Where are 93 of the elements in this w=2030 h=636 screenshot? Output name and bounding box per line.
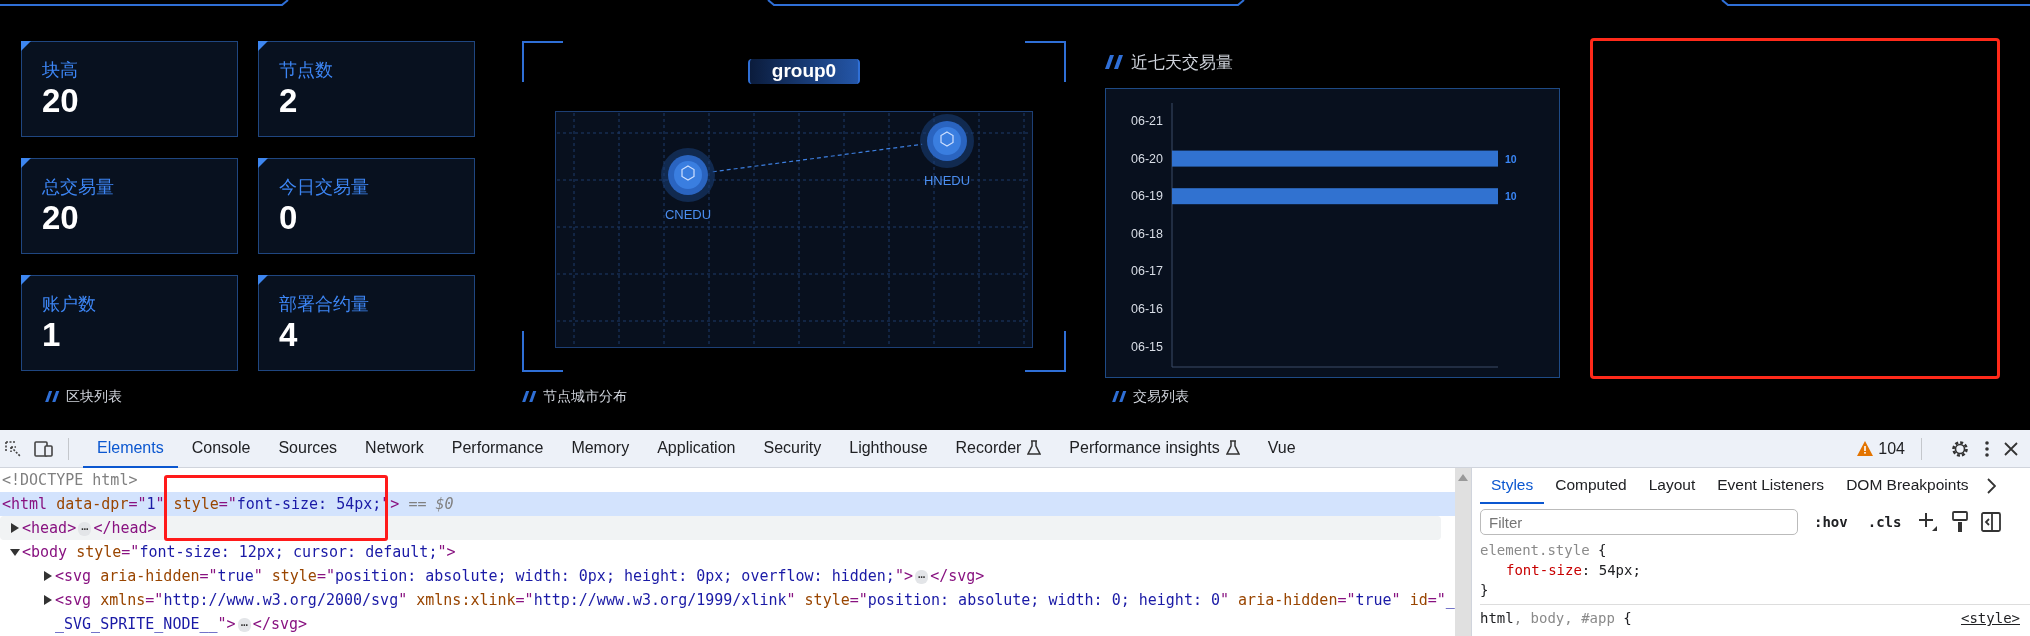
slash-icon bbox=[45, 390, 61, 402]
expand-toggle-icon[interactable] bbox=[10, 523, 20, 533]
devtools-tab[interactable]: Elements bbox=[83, 429, 178, 468]
corner-accent-icon bbox=[21, 275, 31, 285]
collapsed-content-button[interactable]: ⋯ bbox=[237, 618, 251, 632]
chart-title: 近七天交易量 bbox=[1131, 51, 1233, 74]
axis-label: 06-20 bbox=[1131, 151, 1163, 166]
devtools-tab[interactable]: Recorder bbox=[941, 429, 1056, 468]
axis-label: 06-19 bbox=[1131, 189, 1163, 204]
dom-tree-row[interactable]: <body style="font-size: 12px; cursor: default;"> bbox=[0, 540, 1455, 564]
node-icon[interactable] bbox=[661, 148, 715, 202]
frame-corner-icon bbox=[522, 41, 564, 83]
dom-tree-row[interactable]: <svg aria-hidden="true" style="position: absolute; width: 0px; height: 0px; overflow: hidden;"> ⋯ </svg> bbox=[0, 564, 1455, 588]
axis-label: 06-18 bbox=[1131, 226, 1163, 241]
stat-label: 节点数 bbox=[279, 59, 334, 81]
stat-label: 部署合约量 bbox=[279, 293, 370, 315]
warning-count[interactable]: 104 bbox=[1878, 439, 1905, 458]
slash-icon bbox=[522, 390, 538, 402]
collapsed-content-button[interactable]: ⋯ bbox=[914, 570, 929, 584]
devtools-tab[interactable]: Lighthouse bbox=[835, 429, 942, 468]
stat-value: 0 bbox=[279, 200, 299, 236]
slash-icon bbox=[1105, 55, 1125, 69]
devtools-tab[interactable]: Memory bbox=[557, 429, 644, 468]
devtools-tab[interactable]: Application bbox=[643, 429, 750, 468]
warning-icon[interactable] bbox=[1857, 441, 1874, 456]
slash-icon bbox=[1112, 390, 1128, 402]
stat-value: 2 bbox=[279, 83, 299, 119]
collapsed-content-button[interactable]: ⋯ bbox=[78, 522, 92, 536]
corner-accent-icon bbox=[258, 41, 268, 51]
node-label: HNEDU bbox=[923, 173, 971, 188]
sidebar-toggle-icon[interactable] bbox=[1981, 512, 2002, 532]
section-title: 交易列表 bbox=[1133, 388, 1189, 404]
paint-roller-icon[interactable] bbox=[1951, 511, 1970, 533]
filter-toggle[interactable]: :hov bbox=[1810, 514, 1852, 530]
stat-value: 20 bbox=[42, 200, 80, 236]
data-label: 10 bbox=[1505, 190, 1517, 203]
styles-pane-tab[interactable]: DOM Breakpoints bbox=[1835, 468, 1980, 504]
css-line: } bbox=[1480, 581, 1489, 600]
corner-accent-icon bbox=[21, 158, 31, 168]
corner-accent-icon bbox=[258, 158, 268, 168]
axis-label: 06-16 bbox=[1131, 302, 1163, 316]
dom-tree-row[interactable]: <!DOCTYPE html> bbox=[0, 468, 1455, 492]
source-link[interactable]: <style> bbox=[1961, 608, 2020, 628]
axis-label: 06-21 bbox=[1131, 114, 1163, 128]
corner-accent-icon bbox=[258, 275, 268, 285]
axis-label: 06-17 bbox=[1131, 264, 1163, 279]
more-menu-icon[interactable] bbox=[1984, 439, 1990, 458]
inspect-icon[interactable] bbox=[4, 439, 22, 458]
devtools-tab[interactable]: Network bbox=[351, 429, 438, 468]
device-icon[interactable] bbox=[34, 439, 54, 458]
section-title: 节点城市分布 bbox=[543, 388, 627, 404]
settings-icon[interactable] bbox=[1950, 438, 1970, 459]
css-line: font-size: 54px; bbox=[1506, 561, 1641, 580]
stat-value: 1 bbox=[42, 317, 62, 353]
section-title: 区块列表 bbox=[66, 388, 122, 404]
frame-corner-icon bbox=[1024, 41, 1066, 83]
node-label: CNEDU bbox=[664, 207, 712, 222]
frame-corner-icon bbox=[522, 330, 564, 372]
data-label: 10 bbox=[1505, 152, 1517, 165]
devtools-tab[interactable]: Security bbox=[749, 429, 836, 468]
expand-toggle-icon[interactable] bbox=[43, 595, 53, 605]
devtools-tab[interactable]: Vue bbox=[1253, 429, 1310, 468]
expand-toggle-icon[interactable] bbox=[10, 547, 20, 557]
styles-pane-tab[interactable]: Layout bbox=[1637, 468, 1707, 504]
devtools-tab[interactable]: Console bbox=[177, 429, 265, 468]
dom-tree-row[interactable]: <head> ⋯ </head> bbox=[0, 516, 1441, 540]
styles-pane-tab[interactable]: Computed bbox=[1544, 468, 1638, 504]
filter-field[interactable]: Filter bbox=[1480, 509, 1798, 535]
devtools-tab[interactable]: Performance bbox=[437, 429, 558, 468]
filter-toggle[interactable]: .cls bbox=[1863, 514, 1906, 530]
corner-accent-icon bbox=[21, 41, 31, 51]
styles-pane-tab[interactable]: Event Listeners bbox=[1706, 468, 1836, 504]
css-line: element.style { bbox=[1480, 541, 1607, 560]
stat-label: 块高 bbox=[42, 59, 79, 81]
devtools-tab[interactable]: Sources bbox=[264, 429, 352, 468]
stat-label: 总交易量 bbox=[42, 176, 115, 198]
stat-value: 4 bbox=[279, 317, 299, 353]
styles-pane-tab[interactable]: Styles bbox=[1480, 468, 1545, 504]
stat-label: 账户数 bbox=[42, 293, 97, 315]
frame-corner-icon bbox=[1024, 330, 1066, 372]
group-badge: group0 bbox=[747, 59, 861, 84]
devtools-tab[interactable]: Performance insights bbox=[1055, 429, 1254, 468]
node-icon[interactable] bbox=[920, 114, 974, 168]
stat-label: 今日交易量 bbox=[279, 176, 370, 198]
plus-icon[interactable] bbox=[1917, 511, 1940, 533]
scrollbar[interactable] bbox=[1455, 468, 1471, 636]
axis-label: 06-15 bbox=[1131, 339, 1163, 354]
close-icon[interactable] bbox=[2004, 441, 2018, 456]
stat-value: 20 bbox=[42, 83, 80, 119]
chevron-right-icon[interactable] bbox=[1987, 478, 1997, 494]
expand-toggle-icon[interactable] bbox=[43, 571, 53, 581]
css-line: html, body, #app { bbox=[1480, 609, 1632, 628]
dom-tree-row[interactable]: <svg xmlns="http://www.w3.org/2000/svg" xmlns:xlink="http://www.w3.org/1999/xlink" style="position: absolute; width: 0; height: 0" aria-hidden="true" id="__SVG_SPRITE_NODE__"> ⋯ </svg> bbox=[0, 588, 1455, 636]
